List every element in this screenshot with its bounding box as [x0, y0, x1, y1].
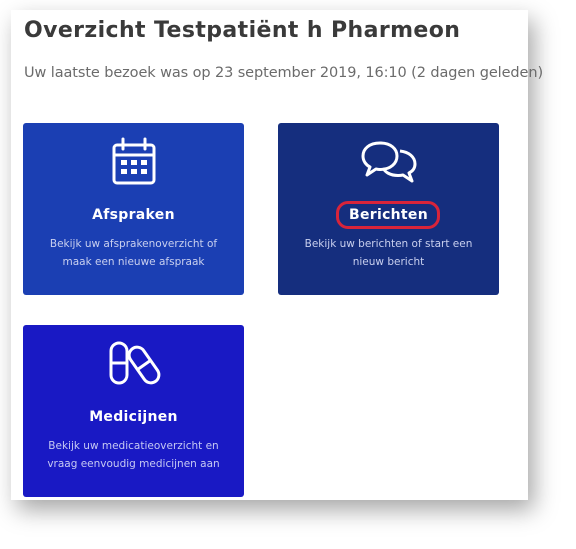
chat-bubbles-icon	[278, 137, 499, 189]
page-title: Overzicht Testpatiënt h Pharmeon	[24, 18, 461, 43]
tile-berichten[interactable]: Berichten Bekijk uw berichten of start e…	[278, 123, 499, 295]
tile-afspraken[interactable]: Afspraken Bekijk uw afsprakenoverzicht o…	[23, 123, 244, 295]
tile-afspraken-description: Bekijk uw afsprakenoverzicht of maak een…	[49, 238, 218, 268]
tile-medicijnen-description: Bekijk uw medicatieoverzicht en vraag ee…	[47, 440, 220, 470]
tile-afspraken-label: Afspraken	[92, 207, 175, 223]
tile-medicijnen[interactable]: Medicijnen Bekijk uw medicatieoverzicht …	[23, 325, 244, 497]
tile-medicijnen-label: Medicijnen	[89, 409, 178, 425]
tile-berichten-label: Berichten	[349, 207, 428, 223]
pills-icon	[23, 339, 244, 391]
tile-berichten-description: Bekijk uw berichten of start een nieuw b…	[304, 238, 473, 268]
calendar-icon	[23, 137, 244, 189]
last-visit-text: Uw laatste bezoek was op 23 september 20…	[24, 65, 543, 81]
